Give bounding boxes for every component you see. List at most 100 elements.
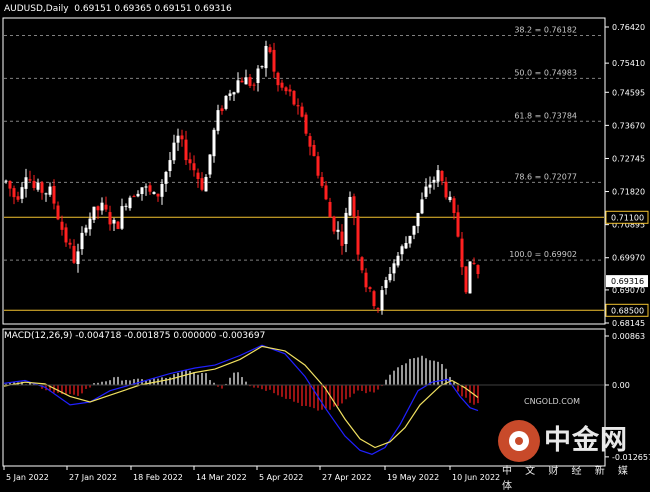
candle-body [156, 193, 160, 197]
macd-histogram [5, 355, 479, 411]
candle-body [232, 92, 236, 95]
candle-body [320, 177, 324, 186]
candle-body [76, 251, 80, 265]
candle-body [448, 196, 452, 201]
candle-body [192, 163, 196, 171]
candle-body [412, 225, 416, 235]
candle-body [464, 266, 468, 293]
candle-body [128, 197, 132, 209]
candle-body [168, 160, 172, 172]
candle-body [104, 204, 108, 210]
candle-body [364, 272, 368, 288]
watermark-url: CNGOLD.COM [524, 397, 581, 406]
hline-price-label: 0.68500 [611, 306, 644, 315]
candle-body [284, 87, 288, 92]
candle-body [348, 196, 352, 216]
fib-label: 100.0 = 0.69902 [509, 250, 577, 259]
candle-body [196, 172, 200, 179]
price-tick-label: 0.69070 [612, 286, 645, 295]
fib-label: 50.0 = 0.74983 [514, 68, 577, 77]
candle-body [124, 205, 128, 207]
candle-body [264, 45, 268, 69]
candle-body [164, 171, 168, 184]
candle-body [476, 265, 480, 275]
candle-body [440, 170, 444, 182]
macd-header: MACD(12,26,9) -0.004718 -0.001875 0.0000… [4, 331, 266, 341]
candle-body [436, 170, 440, 182]
horizontal-lines[interactable] [4, 216, 604, 311]
candle-body [200, 178, 204, 190]
macd-signal-line [3, 345, 479, 449]
candle-body [456, 212, 460, 237]
candles [4, 40, 480, 315]
candle-body [108, 212, 112, 225]
candle-body [152, 192, 156, 194]
candle-body [404, 243, 408, 249]
candle-body [256, 68, 260, 83]
candle-body [184, 139, 188, 161]
time-tick-label: 5 Jan 2022 [6, 473, 49, 482]
candle-body [92, 206, 96, 220]
candle-body [356, 216, 360, 255]
candle-body [116, 221, 120, 229]
candle-body [112, 219, 116, 224]
candle-body [84, 227, 88, 233]
candle-body [292, 90, 296, 105]
candle-body [188, 159, 192, 164]
candle-body [224, 95, 228, 109]
candle-body [428, 184, 432, 188]
candle-body [60, 221, 64, 230]
price-tick-label: 0.74595 [612, 88, 645, 97]
candle-body [176, 135, 180, 143]
candle-body [88, 218, 92, 230]
candle-body [460, 238, 464, 268]
price-tick-label: 0.69970 [612, 254, 645, 263]
candle-body [276, 72, 280, 86]
candle-body [96, 206, 100, 211]
candle-body [300, 106, 304, 117]
candle-body [392, 263, 396, 274]
current-price-label: 0.69316 [611, 277, 644, 286]
candle-body [140, 187, 144, 195]
candle-body [296, 105, 300, 107]
hline-price-label: 0.71100 [611, 213, 644, 222]
candle-body [340, 231, 344, 246]
candle-body [212, 129, 216, 157]
candle-body [388, 273, 392, 281]
candle-body [372, 291, 376, 307]
candle-body [80, 232, 84, 250]
candle-body [272, 49, 276, 72]
symbol-label: AUDUSD,Daily [4, 4, 69, 14]
time-tick-label: 5 Apr 2022 [259, 473, 303, 482]
candle-body [44, 193, 48, 195]
price-tick-label: 0.72745 [612, 154, 645, 163]
candle-body [28, 179, 32, 181]
candle-body [336, 229, 340, 232]
candle-body [380, 290, 384, 311]
candle-body [236, 80, 240, 93]
candle-body [400, 246, 404, 255]
chart-canvas[interactable]: 38.2 = 0.76182 50.0 = 0.74983 61.8 = 0.737… [0, 0, 650, 488]
candle-body [64, 227, 68, 243]
price-tick-label: 0.76420 [612, 23, 645, 32]
price-tick-label: 0.73670 [612, 121, 645, 130]
candle-body [24, 177, 28, 189]
candle-body [452, 198, 456, 214]
candle-body [312, 144, 316, 157]
price-axis: 0.76420 0.75410 0.74595 0.73670 0.72745 0.718… [605, 23, 649, 328]
candle-body [72, 245, 76, 263]
time-tick-label: 18 Feb 2022 [133, 473, 183, 482]
macd-tick-label: 0.00863 [612, 332, 645, 341]
cngold-logo-icon [498, 420, 540, 462]
candle-body [468, 261, 472, 294]
candle-body [132, 196, 136, 198]
fib-label: 78.6 = 0.72077 [514, 172, 577, 181]
candle-body [416, 213, 420, 227]
candle-body [268, 47, 272, 53]
candle-body [204, 176, 208, 192]
candle-body [432, 179, 436, 183]
candle-body [308, 136, 312, 147]
candle-body [332, 216, 336, 232]
candle-body [40, 182, 44, 193]
macd-tick-label: 0.00 [612, 381, 630, 390]
